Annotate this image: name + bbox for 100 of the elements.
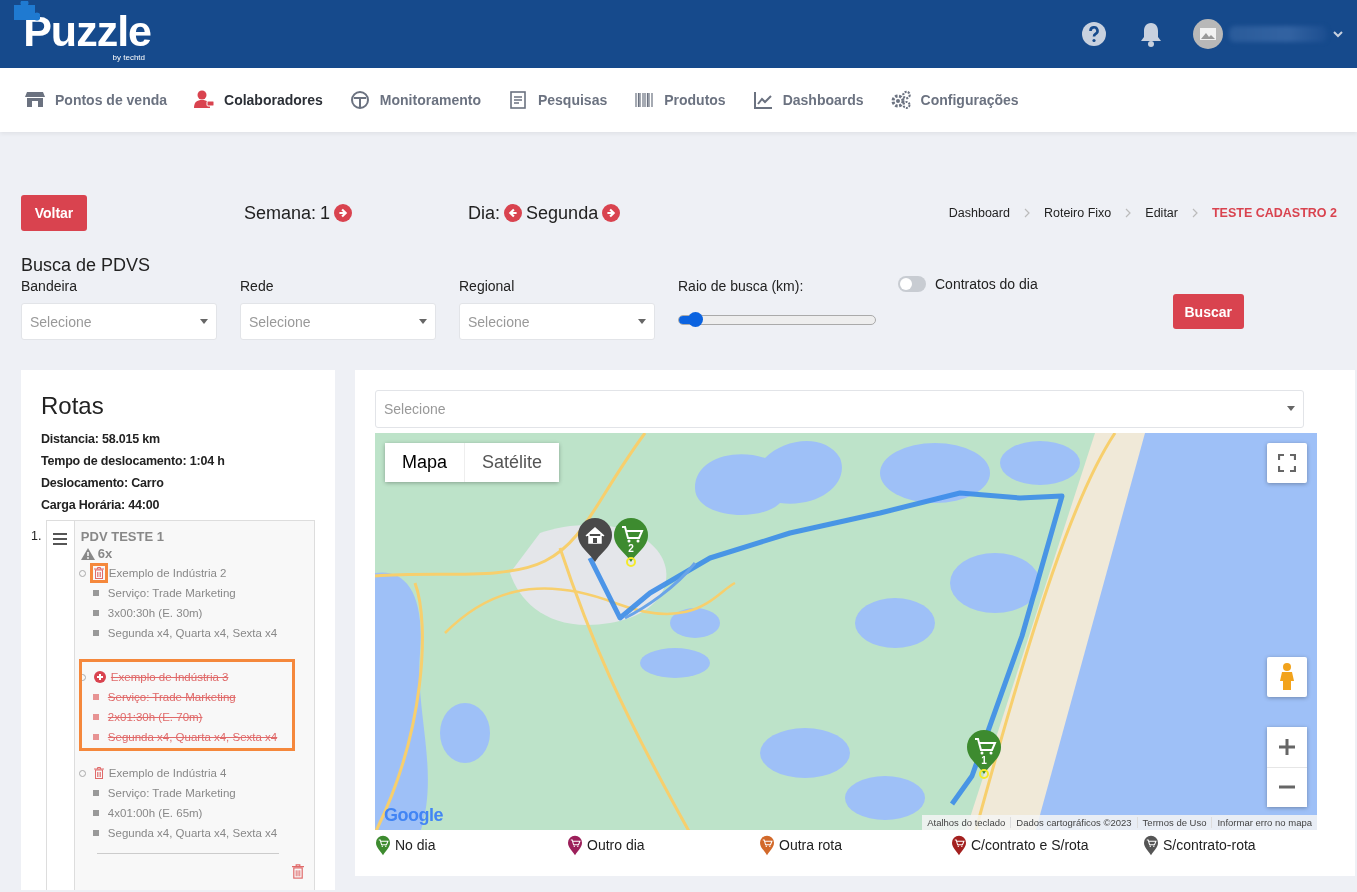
select-field[interactable]: Selecione [21, 303, 217, 340]
square-bullet [92, 734, 99, 740]
legend-label: S/contrato-rota [1163, 837, 1256, 854]
search-button[interactable]: Buscar [1172, 294, 1244, 329]
trash-icon[interactable] [93, 767, 104, 779]
chevron-icon [1125, 208, 1132, 218]
caret-icon [200, 319, 208, 324]
map-logo: Google [384, 805, 443, 827]
bell-icon[interactable] [1139, 21, 1163, 47]
toggle-label: Contratos do dia [935, 275, 1038, 293]
trash-icon[interactable] [292, 864, 304, 879]
chevron-icon [1192, 208, 1198, 218]
marker-number: 1 [980, 754, 988, 766]
day-label: Dia: [468, 202, 501, 224]
day-value: Segunda [526, 202, 599, 224]
logo-title: Puzzle [23, 8, 151, 53]
barcode-icon [634, 90, 655, 110]
square-bullet [92, 714, 99, 720]
legend-label: No dia [395, 837, 436, 854]
user-icon [194, 90, 215, 110]
nav-link[interactable]: Produtos [634, 90, 726, 110]
week-value: 1 [320, 202, 331, 224]
breadcrumb-current: TESTE CADASTRO 2 [1212, 206, 1337, 220]
lake-shape [440, 702, 490, 763]
plus-icon [1278, 737, 1296, 756]
toggle-switch[interactable] [898, 276, 926, 292]
breadcrumb-link[interactable]: Roteiro Fixo [1043, 206, 1112, 220]
square-bullet [92, 610, 99, 616]
nav-link[interactable]: Monitoramento [349, 90, 481, 110]
nav-link[interactable]: Pesquisas [507, 90, 608, 110]
arrow-right-icon[interactable] [602, 204, 621, 222]
square-bullet [92, 694, 99, 700]
industry-detail: 3x00:30h (E. 30m) [107, 607, 203, 619]
zoom-in-button[interactable] [1267, 726, 1307, 767]
industry-detail: Segunda x4, Quarta x4, Sexta x4 [107, 627, 278, 639]
square-bullet [92, 830, 99, 836]
drag-handle-icon[interactable] [53, 533, 68, 545]
arrow-left-icon[interactable] [504, 204, 523, 222]
lake-shape [670, 607, 720, 638]
help-icon[interactable] [1081, 21, 1107, 47]
add-circle-icon[interactable] [93, 671, 106, 683]
nav-link[interactable]: Pontos de venda [25, 90, 168, 110]
lake-shape [640, 647, 710, 678]
home-marker-icon [577, 516, 613, 563]
map-type-tab[interactable]: Mapa [385, 442, 465, 482]
section-title: Busca de PDVS [21, 255, 152, 277]
nav-link[interactable]: Configurações [890, 90, 1019, 110]
slider-track[interactable] [678, 315, 876, 325]
attribution-link[interactable]: Termos de Uso [1136, 817, 1212, 829]
select-field[interactable]: Selecione [240, 303, 436, 340]
caret-icon [419, 319, 427, 324]
stop-name: PDV TESTE 1 [80, 529, 165, 544]
select-field[interactable]: Selecione [375, 390, 1304, 428]
arrow-right-icon[interactable] [334, 204, 353, 222]
store-marker-icon [613, 516, 649, 567]
breadcrumb-link[interactable]: Dashboard [948, 206, 1010, 220]
nav-link[interactable]: Dashboards [752, 90, 864, 110]
industry-detail: Segunda x4, Quarta x4, Sexta x4 [107, 827, 278, 839]
marker-number: 2 [627, 542, 635, 554]
person-icon [1280, 662, 1294, 691]
slider-label: Raio de busca (km): [678, 277, 805, 296]
industry-detail: Serviço: Trade Marketing [107, 691, 236, 703]
fullscreen-button[interactable] [1267, 442, 1307, 483]
week-label: Semana: [244, 202, 317, 224]
select-field[interactable]: Selecione [459, 303, 655, 340]
form-icon [507, 90, 528, 110]
square-bullet [92, 590, 99, 596]
list-number: 1. [31, 528, 43, 545]
industry-detail: Serviço: Trade Marketing [107, 787, 236, 799]
industry-name: Exemplo de Indústria 3 [110, 671, 229, 683]
nav-link[interactable]: Colaboradores [194, 90, 323, 110]
industry-detail: Serviço: Trade Marketing [107, 587, 236, 599]
attribution-link[interactable]: Atalhos do teclado [922, 817, 1011, 829]
store-marker-icon [966, 728, 1002, 779]
warning-icon [80, 547, 95, 560]
gauge-icon [349, 90, 370, 110]
attribution-link[interactable]: Informar erro no mapa [1211, 817, 1317, 829]
square-bullet [92, 630, 99, 636]
minus-icon [1278, 785, 1296, 790]
back-button[interactable]: Voltar [21, 195, 87, 231]
gears-icon [890, 90, 911, 110]
filter-label: Regional [459, 277, 516, 296]
fullscreen-icon [1278, 453, 1296, 472]
avatar-icon[interactable] [1193, 19, 1223, 49]
panel-title: Rotas [41, 392, 105, 420]
slider-thumb[interactable] [687, 312, 703, 327]
attribution-link[interactable]: Dados cartográficos ©2023 [1010, 817, 1137, 829]
map-type-tab[interactable]: Satélite [464, 442, 560, 482]
legend-label: Outro dia [587, 837, 645, 854]
route-stat: Deslocamento: Carro [41, 475, 165, 492]
breadcrumb-link[interactable]: Editar [1145, 206, 1178, 220]
caret-icon[interactable] [1333, 30, 1343, 38]
route-stat: Carga Horária: 44:00 [41, 497, 161, 514]
industry-detail: 2x01:30h (E. 70m) [107, 711, 203, 723]
legend-label: Outra rota [779, 837, 843, 854]
caret-icon [1287, 406, 1295, 412]
logo-subtitle: by techtd [112, 52, 145, 62]
square-bullet [92, 790, 99, 796]
filter-label: Rede [240, 277, 275, 296]
industry-name: Exemplo de Indústria 4 [108, 767, 227, 779]
